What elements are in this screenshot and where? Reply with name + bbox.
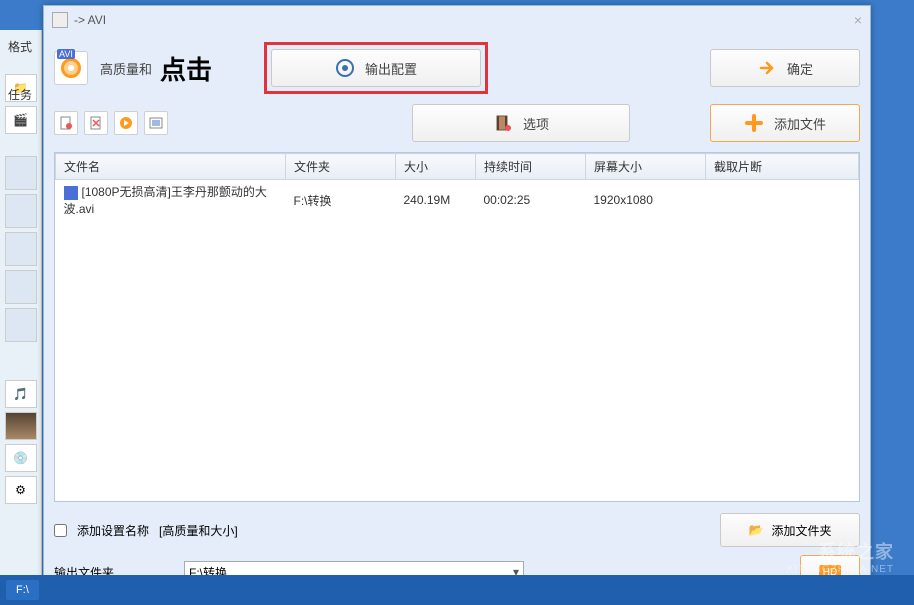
tool-delete-icon[interactable] — [84, 111, 108, 135]
dialog-app-icon — [52, 12, 68, 28]
close-icon[interactable]: × — [854, 12, 862, 28]
cell-duration: 00:02:25 — [476, 180, 586, 221]
sidebar-thumb-5[interactable] — [5, 308, 37, 342]
file-table[interactable]: 文件名 文件夹 大小 持续时间 屏幕大小 截取片断 [1080P无损高清]王李丹… — [54, 152, 860, 502]
cell-clip — [706, 180, 859, 221]
format-badge[interactable]: AVI — [54, 51, 88, 85]
output-config-button[interactable]: 输出配置 — [271, 49, 481, 87]
sidebar-icon-2[interactable]: 🎬 — [5, 106, 37, 134]
col-size[interactable]: 大小 — [396, 154, 476, 180]
tool-play-icon[interactable] — [114, 111, 138, 135]
sidebar-disc-icon[interactable]: 💿 — [5, 444, 37, 472]
add-setting-checkbox[interactable] — [54, 524, 67, 537]
options-button[interactable]: 选项 — [412, 104, 630, 142]
disc-icon — [61, 58, 81, 78]
arrow-right-icon — [757, 58, 777, 78]
col-folder[interactable]: 文件夹 — [286, 154, 396, 180]
add-setting-label: 添加设置名称 — [77, 522, 149, 539]
col-duration[interactable]: 持续时间 — [476, 154, 586, 180]
cell-size: 240.19M — [396, 180, 476, 221]
col-filename[interactable]: 文件名 — [56, 154, 286, 180]
cell-filename: [1080P无损高清]王李丹那颤动的大波.avi — [64, 185, 267, 216]
taskbar: F:\ — [0, 575, 914, 605]
main-dialog: -> AVI × AVI 高质量和 点击 输出配置 确定 — [43, 5, 871, 600]
table-row[interactable]: [1080P无损高清]王李丹那颤动的大波.avi F:\转换 240.19M 0… — [56, 180, 859, 221]
add-folder-label: 添加文件夹 — [771, 522, 831, 539]
sidebar-thumb-4[interactable] — [5, 270, 37, 304]
sidebar-thumb-1[interactable] — [5, 156, 37, 190]
sidebar-gear-icon[interactable]: ⚙ — [5, 476, 37, 504]
sidebar-thumb-2[interactable] — [5, 194, 37, 228]
col-clip[interactable]: 截取片断 — [706, 154, 859, 180]
annotation-text: 点击 — [160, 50, 212, 87]
setting-value: [高质量和大小] — [159, 522, 238, 539]
add-file-label: 添加文件 — [774, 114, 826, 133]
tool-doc-icon[interactable] — [54, 111, 78, 135]
file-icon — [64, 186, 78, 200]
cell-folder: F:\转换 — [286, 180, 396, 221]
add-folder-button[interactable]: 📂 添加文件夹 — [720, 513, 860, 547]
dialog-title: -> AVI — [74, 13, 106, 27]
sidebar-image-icon[interactable] — [5, 412, 37, 440]
gear-icon — [335, 58, 355, 78]
confirm-label: 确定 — [787, 59, 813, 78]
film-icon — [493, 113, 513, 133]
folder-icon: 📂 — [749, 523, 764, 537]
avi-tag: AVI — [57, 49, 75, 59]
task-label: 任务 — [8, 86, 32, 103]
add-file-button[interactable]: 添加文件 — [710, 104, 860, 142]
highlight-box: 输出配置 — [264, 42, 488, 94]
sidebar-music-icon[interactable]: 🎵 — [5, 380, 37, 408]
tool-list-icon[interactable] — [144, 111, 168, 135]
sidebar-thumb-3[interactable] — [5, 232, 37, 266]
small-toolbar — [54, 111, 168, 135]
col-screen[interactable]: 屏幕大小 — [586, 154, 706, 180]
format-label: 格式 — [8, 38, 32, 55]
quality-label: 高质量和 — [100, 59, 152, 78]
cell-screen: 1920x1080 — [586, 180, 706, 221]
options-label: 选项 — [523, 114, 549, 133]
confirm-button[interactable]: 确定 — [710, 49, 860, 87]
plus-icon — [744, 113, 764, 133]
taskbar-item[interactable]: F:\ — [6, 580, 39, 600]
output-config-label: 输出配置 — [365, 59, 417, 78]
dialog-titlebar: -> AVI × — [44, 6, 870, 34]
